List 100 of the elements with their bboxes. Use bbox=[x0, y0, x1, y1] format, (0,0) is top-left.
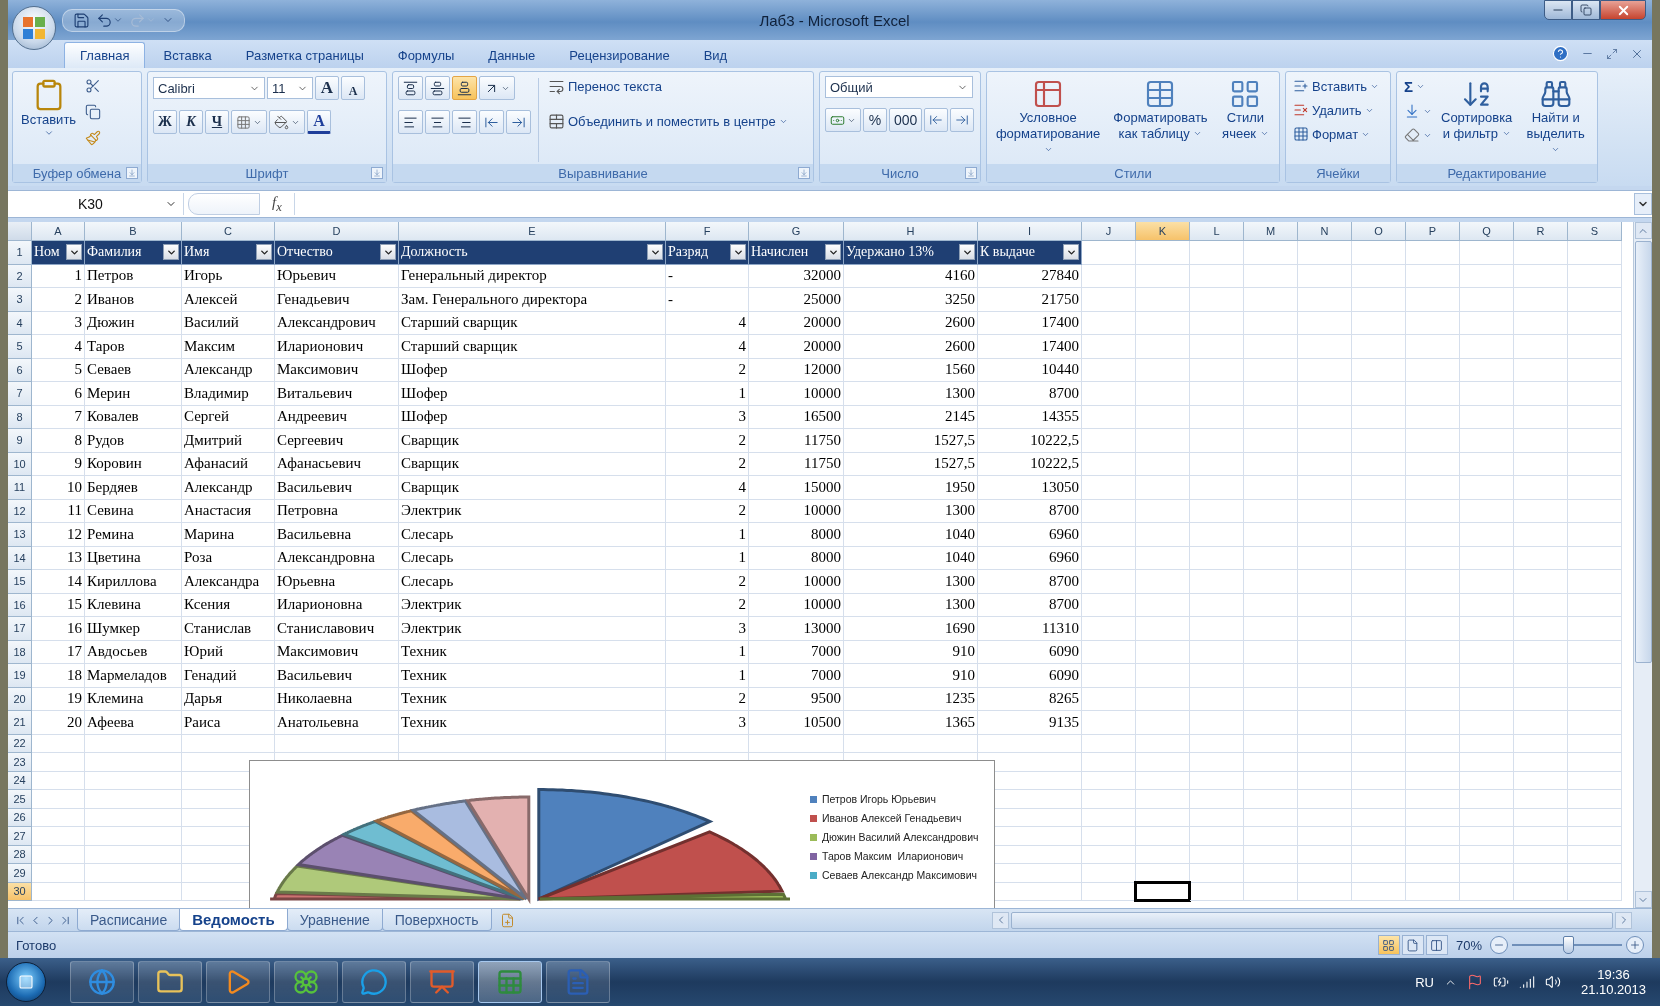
row-header[interactable]: 2 bbox=[8, 264, 32, 288]
row-header[interactable]: 27 bbox=[8, 827, 32, 846]
row-header[interactable]: 18 bbox=[8, 640, 32, 664]
column-header[interactable]: G bbox=[749, 222, 844, 241]
row-header[interactable]: 9 bbox=[8, 429, 32, 453]
clock-date[interactable]: 21.10.2013 bbox=[1580, 982, 1646, 997]
row-header[interactable]: 23 bbox=[8, 753, 32, 772]
font-name-field[interactable]: Calibri bbox=[153, 77, 265, 99]
number-format-field[interactable]: Общий bbox=[825, 76, 973, 98]
row-header[interactable]: 10 bbox=[8, 452, 32, 476]
italic-button[interactable]: К bbox=[179, 110, 203, 134]
cells-button[interactable]: Формат bbox=[1291, 124, 1382, 144]
column-header[interactable]: R bbox=[1514, 222, 1568, 241]
underline-button[interactable]: Ч bbox=[205, 110, 229, 134]
column-header[interactable]: H bbox=[844, 222, 978, 241]
table-cell: Авдосьев bbox=[85, 640, 182, 664]
thousands-button[interactable]: 000 bbox=[889, 108, 923, 132]
ribbon-tab[interactable]: Формулы bbox=[381, 42, 471, 68]
editing-button[interactable]: Найти и выделить bbox=[1519, 76, 1592, 164]
editing-button[interactable]: Сортировка и фильтр bbox=[1438, 76, 1516, 164]
column-header[interactable]: N bbox=[1298, 222, 1352, 241]
row-header[interactable]: 16 bbox=[8, 593, 32, 617]
table-cell: 6960 bbox=[978, 523, 1082, 547]
table-cell: Шофер bbox=[399, 405, 666, 429]
row-header[interactable]: 4 bbox=[8, 311, 32, 335]
column-header[interactable]: O bbox=[1352, 222, 1406, 241]
column-header[interactable]: Q bbox=[1460, 222, 1514, 241]
bold-button[interactable]: Ж bbox=[153, 110, 177, 134]
font-color-button[interactable]: A bbox=[307, 110, 331, 134]
row-header[interactable]: 3 bbox=[8, 288, 32, 312]
autosum-button[interactable]: Σ bbox=[1402, 76, 1434, 97]
row-header[interactable]: 25 bbox=[8, 790, 32, 809]
row-header[interactable]: 8 bbox=[8, 405, 32, 429]
row-header[interactable]: 13 bbox=[8, 523, 32, 547]
ribbon-tab[interactable]: Главная bbox=[64, 42, 146, 68]
column-header[interactable]: K bbox=[1136, 222, 1190, 241]
shrink-font-button[interactable]: A bbox=[341, 76, 365, 100]
grow-font-button[interactable]: A bbox=[315, 76, 339, 100]
sheet-tab[interactable]: Ведомость bbox=[179, 909, 288, 931]
ribbon-tab[interactable]: Данные bbox=[472, 42, 552, 68]
row-header[interactable]: 21 bbox=[8, 711, 32, 735]
column-header[interactable]: M bbox=[1244, 222, 1298, 241]
column-header[interactable]: J bbox=[1082, 222, 1136, 241]
row-header[interactable]: 12 bbox=[8, 499, 32, 523]
row-header[interactable]: 15 bbox=[8, 570, 32, 594]
row-header[interactable]: 14 bbox=[8, 546, 32, 570]
clock-time[interactable]: 19:36 bbox=[1597, 967, 1630, 982]
row-header[interactable]: 1 bbox=[8, 241, 32, 265]
cells-button[interactable]: Удалить bbox=[1291, 100, 1382, 120]
name-box[interactable]: K30 bbox=[8, 193, 184, 215]
table-cell: 4160 bbox=[844, 264, 978, 288]
table-cell: Сварщик bbox=[399, 476, 666, 500]
table-cell: Анастасия bbox=[182, 499, 275, 523]
column-header[interactable]: F bbox=[666, 222, 749, 241]
column-header[interactable]: A bbox=[32, 222, 85, 241]
column-header[interactable]: D bbox=[275, 222, 399, 241]
percent-button[interactable]: % bbox=[863, 108, 887, 132]
paste-button[interactable]: Вставить bbox=[18, 76, 80, 164]
table-cell: 1 bbox=[666, 640, 749, 664]
column-header[interactable]: P bbox=[1406, 222, 1460, 241]
header-label: К выдаче bbox=[980, 244, 1035, 261]
header-label: Ном bbox=[34, 244, 60, 261]
sheet-tab[interactable]: Поверхность bbox=[381, 909, 492, 931]
column-header[interactable]: E bbox=[399, 222, 666, 241]
row-header[interactable]: 7 bbox=[8, 382, 32, 406]
row-header[interactable]: 19 bbox=[8, 664, 32, 688]
table-cell: Техник bbox=[399, 664, 666, 688]
cells-button[interactable]: Вставить bbox=[1291, 76, 1382, 96]
column-header[interactable]: C bbox=[182, 222, 275, 241]
ribbon-tab[interactable]: Рецензирование bbox=[553, 42, 686, 68]
table-cell: 13 bbox=[32, 546, 85, 570]
ribbon-tab[interactable]: Разметка страницы bbox=[229, 42, 380, 68]
ribbon-tab[interactable]: Вставка bbox=[147, 42, 228, 68]
column-header[interactable]: I bbox=[978, 222, 1082, 241]
styles-button[interactable]: Стили ячеек bbox=[1216, 76, 1274, 164]
ribbon-tab[interactable]: Вид bbox=[687, 42, 744, 68]
row-header[interactable]: 29 bbox=[8, 864, 32, 883]
chart-area[interactable]: Петров Игорь Юрьевич Иванов Алексей Генадьевич Дюжин Василий Александрович Таров Максим Иларионович Севаев Александр Максимович bbox=[249, 760, 995, 908]
language-indicator[interactable]: RU bbox=[1415, 974, 1434, 990]
table-cell: Генадьевич bbox=[275, 288, 399, 312]
merge-center-button[interactable]: Объединить и поместить в центре bbox=[546, 111, 790, 132]
insert-function-button[interactable]: f$_{x}$ bbox=[264, 193, 290, 215]
row-header[interactable]: 20 bbox=[8, 687, 32, 711]
wrap-text-button[interactable]: Перенос текста bbox=[546, 76, 790, 97]
row-header[interactable]: 11 bbox=[8, 476, 32, 500]
table-cell: Севаев bbox=[85, 358, 182, 382]
column-header[interactable]: S bbox=[1568, 222, 1622, 241]
sheet-tab[interactable]: Расписание bbox=[77, 909, 181, 931]
table-cell: 11750 bbox=[749, 429, 844, 453]
table-cell: 17400 bbox=[978, 311, 1082, 335]
row-header[interactable]: 5 bbox=[8, 335, 32, 359]
font-size-field[interactable]: 11 bbox=[267, 77, 313, 99]
styles-button[interactable]: Форматировать как таблицу bbox=[1108, 76, 1213, 164]
row-header[interactable]: 6 bbox=[8, 358, 32, 382]
row-header[interactable]: 17 bbox=[8, 617, 32, 641]
column-header[interactable]: L bbox=[1190, 222, 1244, 241]
styles-button[interactable]: Условное форматирование bbox=[992, 76, 1105, 164]
table-cell: 1300 bbox=[844, 499, 978, 523]
column-header[interactable]: B bbox=[85, 222, 182, 241]
sheet-tab[interactable]: Уравнение bbox=[286, 909, 383, 931]
